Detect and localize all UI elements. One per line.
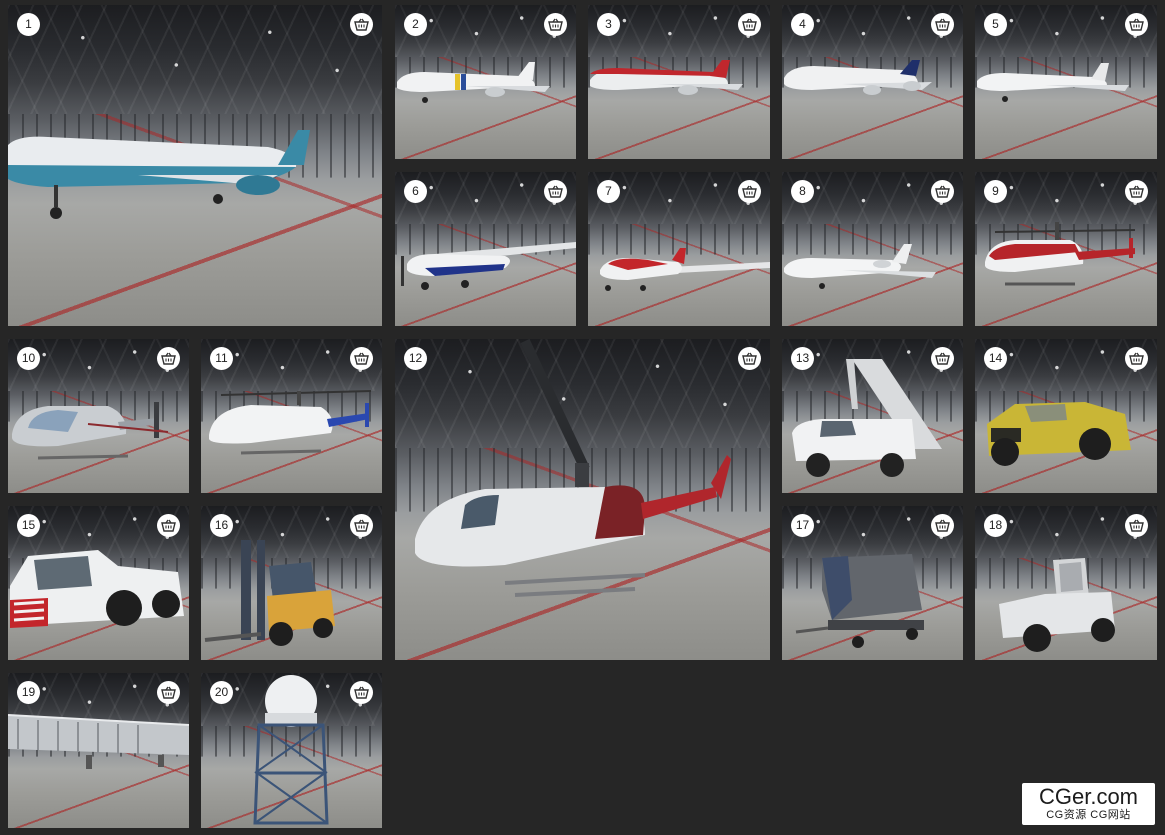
gallery-tile-10[interactable]: 10: [8, 339, 189, 493]
helicopter-white-blue-image: [209, 390, 372, 455]
gallery-tile-4[interactable]: 4: [782, 5, 963, 159]
gallery-tile-20[interactable]: 20: [201, 673, 382, 828]
basket-icon[interactable]: [350, 13, 373, 36]
basket-icon[interactable]: [931, 514, 954, 537]
gallery-tile-9[interactable]: 9: [975, 172, 1157, 326]
item-number-badge: 14: [984, 347, 1007, 370]
baggage-tractor-image: [999, 558, 1115, 652]
airliner-yellow-stripe-image: [397, 62, 550, 103]
basket-icon[interactable]: [738, 13, 761, 36]
watermark-sub: CG资源 CG网站: [1046, 809, 1131, 821]
basket-icon[interactable]: [350, 681, 373, 704]
gallery-tile-6[interactable]: 6: [395, 172, 576, 326]
item-number-badge: 10: [17, 347, 40, 370]
item-number-badge: 18: [984, 514, 1007, 537]
helicopter-red-image: [985, 222, 1136, 286]
gallery-tile-16[interactable]: 16: [201, 506, 382, 660]
aircraft-tug-yellow-image: [987, 402, 1131, 466]
gallery-tile-12[interactable]: 12: [395, 339, 770, 660]
basket-icon[interactable]: [738, 347, 761, 370]
propeller-plane-blue-image: [401, 242, 576, 290]
basket-icon[interactable]: [544, 13, 567, 36]
gallery-tile-18[interactable]: 18: [975, 506, 1157, 660]
sport-plane-red-image: [600, 248, 770, 291]
item-number-badge: 5: [984, 13, 1007, 36]
item-number-badge: 2: [404, 13, 427, 36]
basket-icon[interactable]: [1125, 13, 1148, 36]
airliner-blue-image: [8, 130, 310, 219]
item-number-badge: 9: [984, 180, 1007, 203]
gallery-tile-15[interactable]: 15: [8, 506, 189, 660]
basket-icon[interactable]: [350, 514, 373, 537]
item-number-badge: 1: [17, 13, 40, 36]
business-jet-image: [784, 244, 936, 289]
airliner-red-image: [590, 60, 743, 95]
gallery-tile-3[interactable]: 3: [588, 5, 770, 159]
item-number-badge: 17: [791, 514, 814, 537]
forklift-image: [204, 540, 335, 646]
jet-bridge-image: [8, 714, 189, 769]
basket-icon[interactable]: [738, 180, 761, 203]
basket-icon[interactable]: [1125, 180, 1148, 203]
gallery-tile-7[interactable]: 7: [588, 172, 770, 326]
item-number-badge: 7: [597, 180, 620, 203]
basket-icon[interactable]: [1125, 347, 1148, 370]
aircraft-tug-white-image: [10, 550, 184, 628]
item-number-badge: 4: [791, 13, 814, 36]
basket-icon[interactable]: [157, 514, 180, 537]
helicopter-twin-blade-image: [415, 339, 731, 597]
watermark-logo: CGer.com CG资源 CG网站: [1022, 783, 1155, 825]
gallery-tile-13[interactable]: 13: [782, 339, 963, 493]
item-number-badge: 8: [791, 180, 814, 203]
item-number-badge: 15: [17, 514, 40, 537]
item-number-badge: 16: [210, 514, 233, 537]
basket-icon[interactable]: [544, 180, 567, 203]
item-number-badge: 13: [791, 347, 814, 370]
item-number-badge: 11: [210, 347, 233, 370]
model-gallery: 1 2 3 4 5 6 7 8 9 10 11 12 13 14 15 16 1…: [0, 0, 1165, 835]
baggage-container-cart-image: [795, 554, 924, 648]
gallery-tile-2[interactable]: 2: [395, 5, 576, 159]
airliner-a380-image: [784, 60, 932, 95]
item-number-badge: 12: [404, 347, 427, 370]
basket-icon[interactable]: [157, 347, 180, 370]
item-number-badge: 19: [17, 681, 40, 704]
gallery-tile-1[interactable]: 1: [8, 5, 382, 326]
basket-icon[interactable]: [931, 180, 954, 203]
gallery-tile-19[interactable]: 19: [8, 673, 189, 828]
basket-icon[interactable]: [157, 681, 180, 704]
gallery-tile-8[interactable]: 8: [782, 172, 963, 326]
gallery-tile-5[interactable]: 5: [975, 5, 1157, 159]
gallery-tile-11[interactable]: 11: [201, 339, 382, 493]
item-number-badge: 6: [404, 180, 427, 203]
basket-icon[interactable]: [1125, 514, 1148, 537]
basket-icon[interactable]: [350, 347, 373, 370]
item-number-badge: 3: [597, 13, 620, 36]
helicopter-silver-image: [12, 402, 169, 460]
basket-icon[interactable]: [931, 347, 954, 370]
item-number-badge: 20: [210, 681, 233, 704]
basket-icon[interactable]: [931, 13, 954, 36]
airstairs-truck-image: [792, 359, 942, 477]
airliner-white-image: [977, 63, 1129, 102]
watermark-main: CGer.com: [1038, 784, 1139, 809]
gallery-tile-14[interactable]: 14: [975, 339, 1157, 493]
gallery-tile-17[interactable]: 17: [782, 506, 963, 660]
